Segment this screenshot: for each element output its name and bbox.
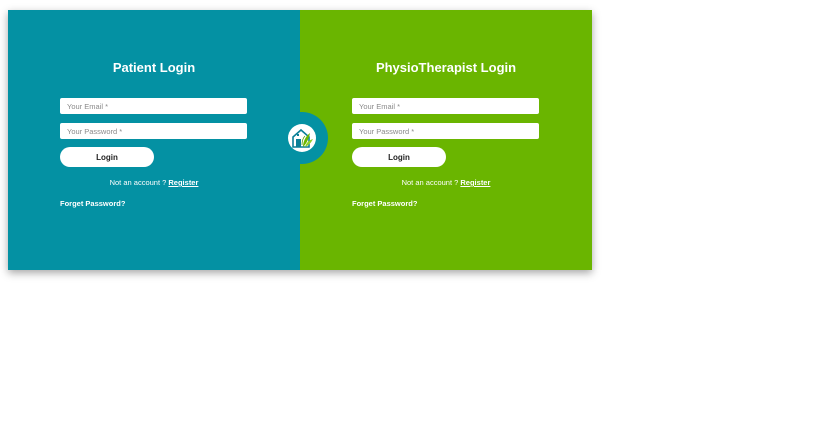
login-card: Patient Login Login Not an account ? Reg… bbox=[8, 10, 592, 270]
patient-no-account-text: Not an account ? bbox=[109, 178, 169, 187]
patient-register-prompt: Not an account ? Register bbox=[8, 178, 300, 187]
physio-login-title: PhysioTherapist Login bbox=[375, 60, 517, 75]
patient-login-button[interactable]: Login bbox=[60, 147, 154, 167]
physio-email-input[interactable] bbox=[352, 98, 539, 114]
physio-password-input[interactable] bbox=[352, 123, 539, 139]
physio-register-link[interactable]: Register bbox=[460, 178, 490, 187]
physio-register-prompt: Not an account ? Register bbox=[300, 178, 592, 187]
patient-email-input[interactable] bbox=[60, 98, 247, 114]
patient-login-title: Patient Login bbox=[112, 60, 196, 75]
patient-register-link[interactable]: Register bbox=[168, 178, 198, 187]
clinic-logo-icon bbox=[288, 124, 316, 152]
physio-forget-password-link[interactable]: Forget Password? bbox=[352, 199, 417, 208]
patient-forget-password-link[interactable]: Forget Password? bbox=[60, 199, 125, 208]
patient-login-panel: Patient Login Login Not an account ? Reg… bbox=[8, 10, 300, 270]
physio-no-account-text: Not an account ? bbox=[401, 178, 461, 187]
patient-password-input[interactable] bbox=[60, 123, 247, 139]
physio-login-panel: PhysioTherapist Login Login Not an accou… bbox=[300, 10, 592, 270]
physio-login-button[interactable]: Login bbox=[352, 147, 446, 167]
